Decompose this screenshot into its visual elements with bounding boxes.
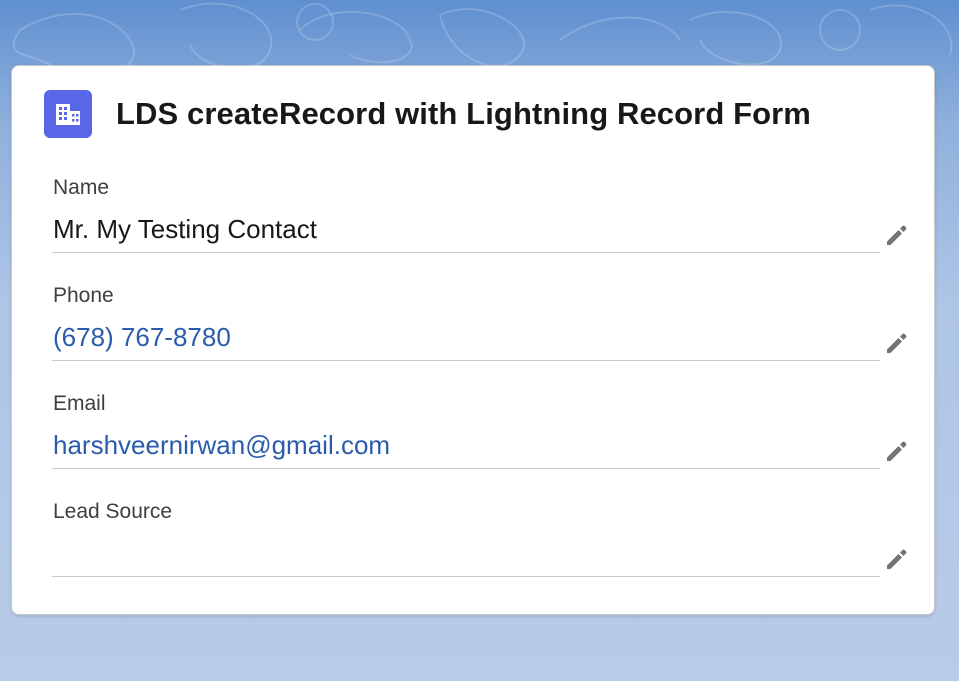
- edit-email-button[interactable]: [880, 434, 914, 468]
- field-label: Phone: [53, 284, 114, 307]
- card-header: LDS createRecord with Lightning Record F…: [44, 90, 811, 138]
- field-divider: [52, 360, 880, 361]
- field-phone: Phone (678) 767-8780: [52, 284, 920, 374]
- field-name: Name Mr. My Testing Contact: [52, 176, 920, 266]
- pencil-icon: [887, 549, 907, 569]
- pencil-icon: [887, 225, 907, 245]
- edit-phone-button[interactable]: [880, 326, 914, 360]
- record-form-card: LDS createRecord with Lightning Record F…: [11, 65, 935, 615]
- edit-name-button[interactable]: [880, 218, 914, 252]
- pencil-icon: [887, 441, 907, 461]
- field-label: Lead Source: [53, 500, 173, 523]
- building-icon: [44, 90, 92, 138]
- field-email: Email harshveernirwan@gmail.com: [52, 392, 920, 482]
- card-title: LDS createRecord with Lightning Record F…: [116, 96, 811, 131]
- phone-link[interactable]: (678) 767-8780: [53, 322, 231, 353]
- field-divider: [52, 576, 880, 577]
- field-divider: [52, 252, 880, 253]
- field-label: Name: [53, 176, 110, 199]
- field-divider: [52, 468, 880, 469]
- field-label: Email: [53, 392, 106, 415]
- pencil-icon: [887, 333, 907, 353]
- field-value-name: Mr. My Testing Contact: [53, 214, 317, 244]
- field-lead-source: Lead Source: [52, 500, 920, 590]
- edit-lead-source-button[interactable]: [880, 542, 914, 576]
- email-link[interactable]: harshveernirwan@gmail.com: [53, 430, 390, 461]
